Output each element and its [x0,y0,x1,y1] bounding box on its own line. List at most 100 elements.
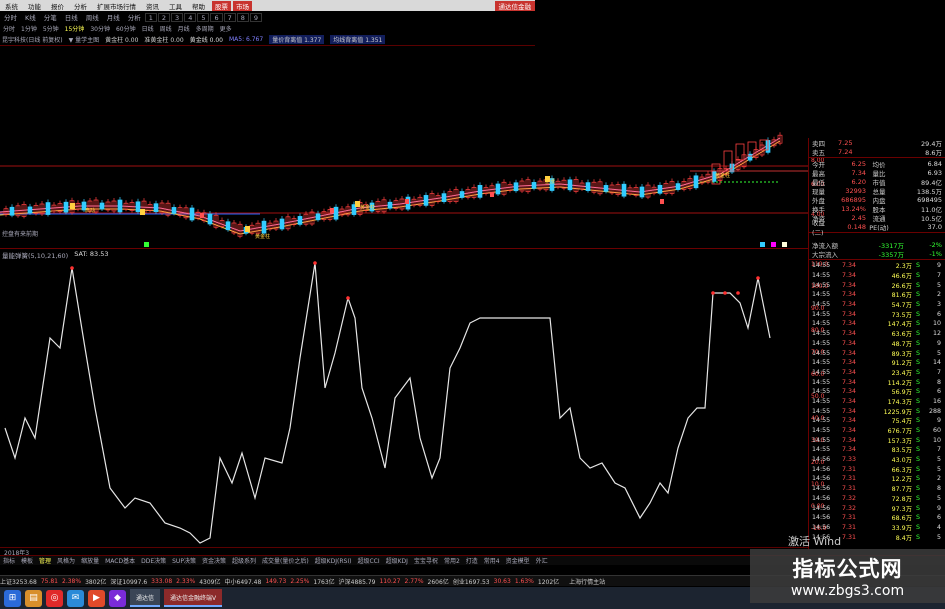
indicator-tab[interactable]: 打造 [463,556,481,565]
indicator-tab[interactable]: 外汇 [533,556,551,565]
menu-item-analysis[interactable]: 分析 [69,1,92,11]
period-option[interactable]: 60分钟 [113,24,139,33]
tick-row[interactable]: 14:56 7.31 68.6万 S 6 [809,513,945,523]
period-option[interactable]: 多周期 [193,24,217,33]
menu-item-market[interactable]: 市场 [233,0,252,11]
tick-row[interactable]: 14:56 7.31 12.2万 S 2 [809,474,945,484]
app-icon[interactable]: ◆ [109,589,126,607]
tick-row[interactable]: 14:55 7.34 63.6万 S 12 [809,329,945,339]
tab-number[interactable]: 1 [144,12,157,22]
tab-number[interactable]: 2 [157,12,171,22]
menu-item-quote[interactable]: 报价 [46,1,69,11]
tab-number[interactable]: 8 [236,12,249,22]
indicator-tab[interactable]: 模板 [18,556,36,565]
menu-item-extended-market[interactable]: 扩展市场行情 [92,1,141,11]
indicator-tab[interactable]: 超级CCI [354,556,382,565]
tab-ticks[interactable]: 分笔 [40,12,61,22]
indicator-tab[interactable]: MACD基本 [102,556,138,565]
tab-number[interactable]: 9 [249,12,263,22]
tab-number[interactable]: 6 [210,12,223,22]
tick-row[interactable]: 14:56 7.31 33.9万 S 4 [809,523,945,533]
tick-row[interactable]: 14:55 7.34 83.5万 S 7 [809,445,945,455]
tick-row[interactable]: 14:55 7.34 1225.9万 S 288 [809,406,945,416]
period-option[interactable]: 日线 [139,24,157,33]
tab-kline[interactable]: K线 [21,12,40,22]
tick-row[interactable]: 14:56 7.31 87.7万 S 8 [809,484,945,494]
tab-number[interactable]: 7 [223,12,236,22]
tick-row[interactable]: 14:56 7.32 72.8万 S 5 [809,494,945,504]
messenger-icon[interactable]: ✉ [67,589,84,607]
tick-row[interactable]: 14:55 7.34 2.3万 S 9 [809,261,945,271]
period-option[interactable]: 月线 [175,24,193,33]
tab-intraday[interactable]: 分时 [0,12,21,22]
tick-row[interactable]: 14:55 7.34 26.6万 S 5 [809,280,945,290]
menu-item-system[interactable]: 系统 [0,1,23,11]
tick-row[interactable]: 14:55 7.34 114.2万 S 8 [809,377,945,387]
tick-row[interactable]: 14:55 7.34 56.9万 S 6 [809,387,945,397]
tick-row[interactable]: 14:55 7.34 147.4万 S 10 [809,319,945,329]
tick-row[interactable]: 14:55 7.34 676.7万 S 60 [809,426,945,436]
period-option[interactable]: 分时 [0,24,18,33]
tick-row[interactable]: 14:55 7.34 75.4万 S 9 [809,416,945,426]
tick-row[interactable]: 14:55 7.34 54.7万 S 3 [809,300,945,310]
indicator-tab[interactable]: 超级KDJ [383,556,411,565]
tick-row[interactable]: 14:56 7.33 43.0万 S 5 [809,455,945,465]
tick-row[interactable]: 14:55 7.34 157.3万 S 10 [809,435,945,445]
tick-p: 7.31 [842,514,857,522]
tab-number[interactable]: 3 [171,12,184,22]
menu-item-function[interactable]: 功能 [23,1,46,11]
tab-number[interactable]: 5 [197,12,210,22]
indicator-tab[interactable]: 超级系列 [229,556,259,565]
menu-item-news[interactable]: 资讯 [141,1,164,11]
indicator-tab[interactable]: DDE决策 [138,556,169,565]
menu-item-tools[interactable]: 工具 [164,1,187,11]
windows-start-icon[interactable]: ⊞ [4,589,21,607]
tick-row[interactable]: 14:56 7.31 66.3万 S 5 [809,464,945,474]
tick-row[interactable]: 14:55 7.34 81.6万 S 2 [809,290,945,300]
indicator-tab[interactable]: 宝宝寻祝 [411,556,441,565]
indicator-tab[interactable]: SUP决策 [169,556,199,565]
period-option[interactable]: 15分钟 [62,24,88,33]
taskbar-app-terminal[interactable]: 通达信金融终端V [164,589,223,607]
tick-row[interactable]: 14:55 7.34 73.5万 S 6 [809,309,945,319]
oscillator-chart[interactable] [0,258,808,548]
indicator-tab[interactable]: 资金模型 [503,556,533,565]
tick-row[interactable]: 14:55 7.34 91.2万 S 14 [809,358,945,368]
main-indicator-selector[interactable]: ▼ 量学主图 [69,35,100,44]
tab-weekly[interactable]: 周线 [82,12,103,22]
player-icon[interactable]: ▶ [88,589,105,607]
period-option[interactable]: 1分钟 [18,24,40,33]
tab-number[interactable]: 4 [184,12,197,22]
indicator-tab[interactable]: 缩放量 [78,556,102,565]
indicator-tab[interactable]: 常用2 [441,556,463,565]
taskbar-app-tdx[interactable]: 通达信 [130,589,161,607]
browser-icon[interactable]: ◎ [46,589,63,607]
server-status[interactable]: 上海行情主站 [569,577,605,586]
file-explorer-icon[interactable]: ▤ [25,589,42,607]
period-option[interactable]: 周线 [157,24,175,33]
tick-row[interactable]: 14:55 7.34 23.4万 S 7 [809,368,945,378]
tick-list[interactable]: 14:55 7.34 2.3万 S 9 14:55 7.34 46.6万 S 7 14:55 7.34… [809,261,945,542]
indicator-tab[interactable]: 常用4 [481,556,503,565]
indicator-tab[interactable]: 管理 [36,556,54,565]
period-option[interactable]: 5分钟 [40,24,62,33]
tab-daily[interactable]: 日线 [61,12,82,22]
tick-row[interactable]: 14:55 7.34 89.3万 S 5 [809,348,945,358]
tick-row[interactable]: 14:56 7.32 97.3万 S 9 [809,503,945,513]
indicator-tab[interactable]: 超级KDJ(RSI) [312,556,355,565]
period-option[interactable]: 30分钟 [87,24,113,33]
tab-monthly[interactable]: 月线 [103,12,124,22]
tab-analysis[interactable]: 分析 [124,12,145,22]
tick-row[interactable]: 14:55 7.34 48.7万 S 9 [809,339,945,349]
tick-row[interactable]: 14:55 7.34 46.6万 S 7 [809,271,945,281]
indicator-tab[interactable]: 资金决策 [199,556,229,565]
indicator-tab[interactable]: 成交量(量价之后) [259,556,312,565]
main-price-chart[interactable]: 控盘有来前期 启动黄金柱黄金柱止涨黄金柱 [0,46,808,250]
quote-value: 6.20 [851,177,866,186]
tick-row[interactable]: 14:55 7.34 174.3万 S 16 [809,397,945,407]
menu-item-help[interactable]: 帮助 [187,1,210,11]
period-option[interactable]: 更多 [217,24,235,33]
menu-item-stock[interactable]: 股票 [212,0,231,11]
indicator-tab[interactable]: 指标 [0,556,18,565]
indicator-tab[interactable]: 风格为 [54,556,78,565]
